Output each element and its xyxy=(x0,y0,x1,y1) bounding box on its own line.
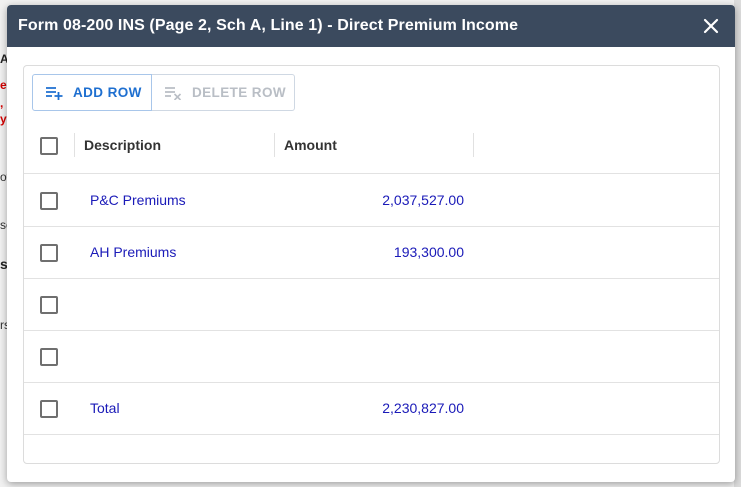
grid-card: ADD ROW DELETE ROW Description Amount P&… xyxy=(23,65,720,464)
bg-text: y xyxy=(0,112,7,126)
row-checkbox[interactable] xyxy=(40,348,58,366)
column-header-amount[interactable]: Amount xyxy=(284,137,337,153)
column-divider xyxy=(274,133,275,157)
table-row[interactable]: P&C Premiums 2,037,527.00 xyxy=(24,175,719,227)
amount-cell[interactable]: 2,037,527.00 xyxy=(382,192,464,208)
dialog-header: Form 08-200 INS (Page 2, Sch A, Line 1) … xyxy=(7,5,735,47)
add-row-button[interactable]: ADD ROW xyxy=(32,74,152,111)
add-row-icon xyxy=(46,86,63,100)
table-row[interactable] xyxy=(24,279,719,331)
description-cell[interactable]: Total xyxy=(90,400,120,416)
close-icon[interactable] xyxy=(701,16,721,36)
dialog-title: Form 08-200 INS (Page 2, Sch A, Line 1) … xyxy=(18,17,519,34)
description-cell[interactable]: AH Premiums xyxy=(90,244,176,260)
table-row-total[interactable]: Total 2,230,827.00 xyxy=(24,383,719,435)
select-all-checkbox[interactable] xyxy=(40,137,58,155)
column-header-description[interactable]: Description xyxy=(84,137,161,153)
description-cell[interactable]: P&C Premiums xyxy=(90,192,186,208)
bg-scroll-edge xyxy=(734,0,741,487)
delete-row-button[interactable]: DELETE ROW xyxy=(152,74,295,111)
amount-cell[interactable]: 193,300.00 xyxy=(394,244,464,260)
row-checkbox[interactable] xyxy=(40,296,58,314)
table-row[interactable]: AH Premiums 193,300.00 xyxy=(24,227,719,279)
column-divider xyxy=(473,133,474,157)
row-checkbox[interactable] xyxy=(40,400,58,418)
row-checkbox[interactable] xyxy=(40,192,58,210)
premium-income-dialog: Form 08-200 INS (Page 2, Sch A, Line 1) … xyxy=(7,5,735,482)
amount-cell[interactable]: 2,230,827.00 xyxy=(382,400,464,416)
table-row[interactable] xyxy=(24,331,719,383)
grid-header: Description Amount xyxy=(24,126,719,174)
row-checkbox[interactable] xyxy=(40,244,58,262)
grid-toolbar: ADD ROW DELETE ROW xyxy=(32,74,295,111)
column-divider xyxy=(74,133,75,157)
delete-row-icon xyxy=(165,86,182,100)
add-row-label: ADD ROW xyxy=(73,85,142,100)
bg-text: , xyxy=(0,96,4,110)
delete-row-label: DELETE ROW xyxy=(192,85,286,100)
